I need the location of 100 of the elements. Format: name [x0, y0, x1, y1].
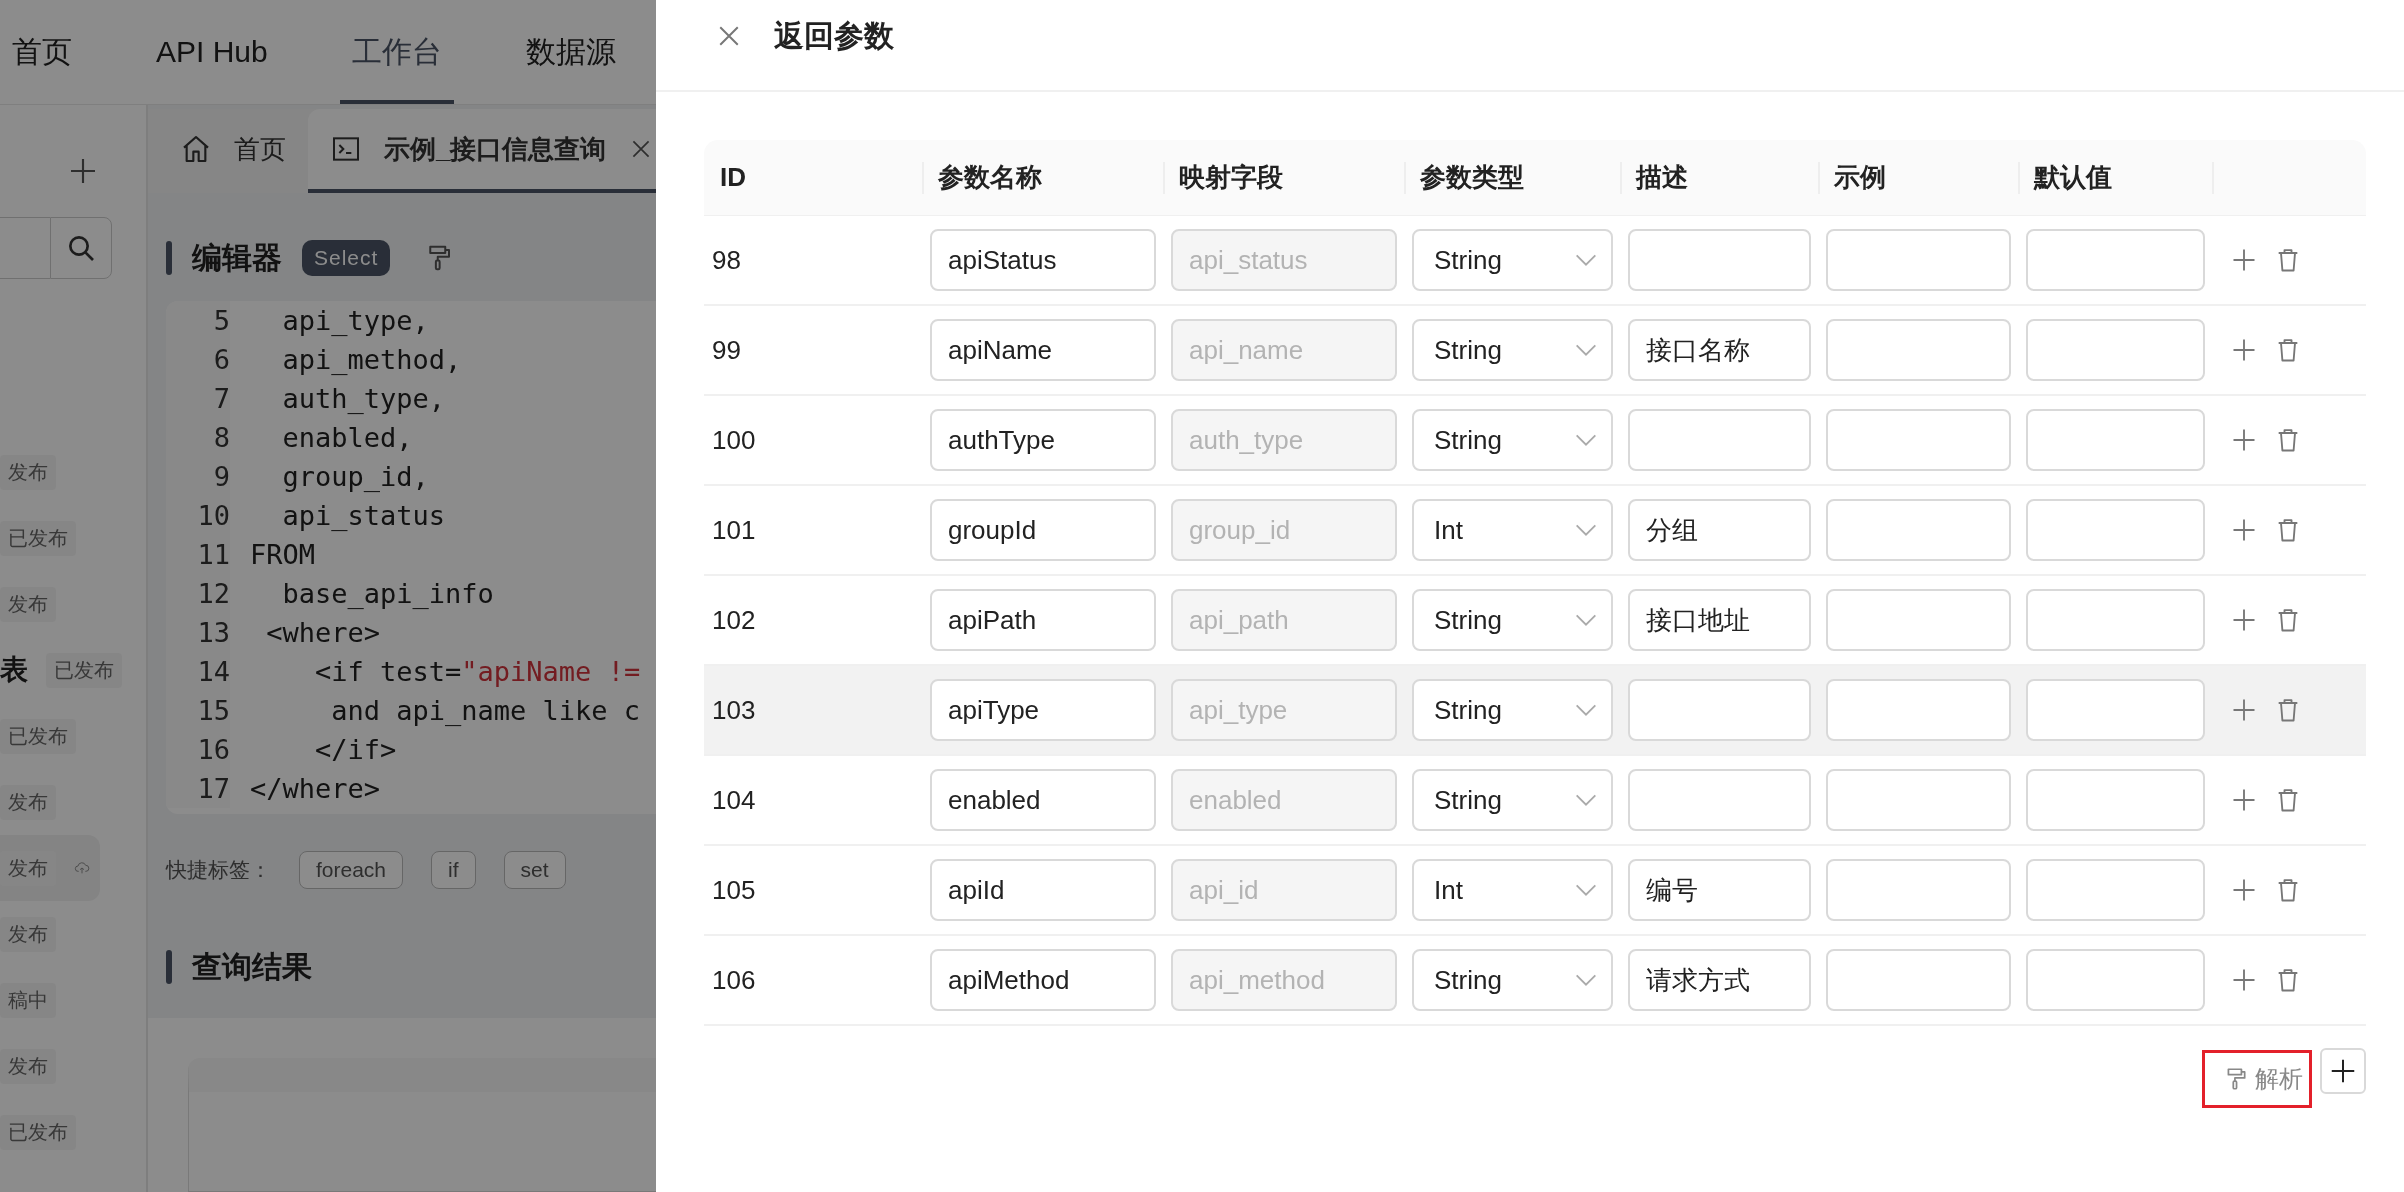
id-text: 98 — [712, 244, 741, 276]
chevron-icon — [1575, 344, 1597, 356]
tag-chip[interactable]: if — [431, 851, 476, 889]
type-select[interactable]: Int — [1412, 499, 1613, 561]
type-select[interactable]: String — [1412, 229, 1613, 291]
default-input[interactable] — [2026, 949, 2205, 1011]
description-input[interactable]: 接口地址 — [1628, 589, 1811, 651]
description-input[interactable] — [1628, 229, 1811, 291]
code-line: enabled, — [281, 421, 414, 455]
name-input[interactable]: apiType — [930, 679, 1156, 741]
description-input[interactable] — [1628, 769, 1811, 831]
search-button[interactable] — [50, 217, 112, 279]
quick-tags-label: 快捷标签： — [166, 857, 271, 883]
chevron-icon — [1575, 614, 1597, 626]
example-input[interactable] — [1826, 859, 2011, 921]
example-input[interactable] — [1826, 589, 2011, 651]
code-line: </if> — [314, 733, 398, 767]
description-input[interactable] — [1628, 679, 1811, 741]
nav-tab[interactable]: 首页 — [0, 0, 84, 104]
name-input[interactable]: authType — [930, 409, 1156, 471]
code-line: auth_type, — [281, 382, 447, 416]
id-text: 105 — [712, 874, 756, 906]
item-name: 表 — [0, 653, 28, 687]
type-select[interactable]: String — [1412, 319, 1613, 381]
chevron-icon — [1575, 884, 1597, 896]
accent-bar — [166, 950, 172, 984]
name-input[interactable]: apiStatus — [930, 229, 1156, 291]
column-header: 示例 — [1818, 140, 2018, 216]
nav-tab[interactable]: 工作台 — [339, 0, 454, 104]
example-input[interactable] — [1826, 409, 2011, 471]
add-button[interactable] — [2320, 1048, 2366, 1094]
code-line: base_api_info — [281, 577, 495, 611]
column-header: 参数名称 — [922, 140, 1163, 216]
default-input[interactable] — [2026, 679, 2205, 741]
column-header: 映射字段 — [1163, 140, 1404, 216]
chevron-icon — [1575, 434, 1597, 446]
chevron-icon — [1575, 794, 1597, 806]
type-select[interactable]: String — [1412, 769, 1613, 831]
name-input[interactable]: groupId — [930, 499, 1156, 561]
name-input[interactable]: apiName — [930, 319, 1156, 381]
status-tag: 发布 — [0, 454, 56, 490]
parse-button[interactable]: 解析 — [2202, 1050, 2312, 1108]
default-input[interactable] — [2026, 859, 2205, 921]
code-editor[interactable]: 5 api_type, 6 api_method, 7 auth_type, 8 enabled, 9 group_id, 10 api_status 11 FROM 12 base_api_info 13 <where> 14 <if test="apiName != 15 and api_name like c 16 </if> 17 </where> — [166, 301, 656, 814]
description-input[interactable]: 分组 — [1628, 499, 1811, 561]
status-tag: 已发布 — [0, 1114, 76, 1150]
status-tag: 发布 — [0, 586, 56, 622]
code-line: api_status — [281, 499, 447, 533]
id-text: 103 — [712, 694, 756, 726]
type-select[interactable]: Int — [1412, 859, 1613, 921]
status-tag: 发布 — [0, 1048, 56, 1084]
id-text: 102 — [712, 604, 756, 636]
code-line: <where> — [265, 616, 382, 650]
example-input[interactable] — [1826, 679, 2011, 741]
tag-chip[interactable]: set — [503, 851, 566, 889]
name-input[interactable]: apiMethod — [930, 949, 1156, 1011]
default-input[interactable] — [2026, 499, 2205, 561]
code-line: group_id, — [281, 460, 430, 494]
default-input[interactable] — [2026, 319, 2205, 381]
description-input[interactable]: 编号 — [1628, 859, 1811, 921]
chevron-icon — [1575, 524, 1597, 536]
example-input[interactable] — [1826, 319, 2011, 381]
example-input[interactable] — [1826, 949, 2011, 1011]
type-select[interactable]: String — [1412, 679, 1613, 741]
id-text: 100 — [712, 424, 756, 456]
description-input[interactable]: 接口名称 — [1628, 319, 1811, 381]
column-header: 描述 — [1620, 140, 1818, 216]
search-field[interactable] — [0, 217, 50, 279]
accent-bar — [166, 241, 172, 275]
type-select[interactable]: String — [1412, 949, 1613, 1011]
chevron-icon — [1575, 254, 1597, 266]
description-input[interactable]: 请求方式 — [1628, 949, 1811, 1011]
default-input[interactable] — [2026, 409, 2205, 471]
status-tag: 发布 — [0, 916, 56, 952]
example-input[interactable] — [1826, 499, 2011, 561]
editor-tab[interactable]: 示例_接口信息查询 — [308, 109, 656, 193]
nav-tab[interactable]: API Hub — [144, 0, 280, 104]
type-select[interactable]: String — [1412, 589, 1613, 651]
editor-tab[interactable]: 首页 — [158, 109, 308, 193]
status-tag: 已发布 — [0, 520, 76, 556]
example-input[interactable] — [1826, 769, 2011, 831]
default-input[interactable] — [2026, 769, 2205, 831]
name-input[interactable]: apiId — [930, 859, 1156, 921]
code-line: and api_name like c — [330, 694, 642, 728]
name-input[interactable]: enabled — [930, 769, 1156, 831]
default-input[interactable] — [2026, 589, 2205, 651]
section-title: 查询结果 — [192, 948, 312, 985]
description-input[interactable] — [1628, 409, 1811, 471]
code-line: api_type, — [281, 304, 430, 338]
default-input[interactable] — [2026, 229, 2205, 291]
drawer-title: 返回参数 — [774, 17, 894, 54]
id-text: 106 — [712, 964, 756, 996]
example-input[interactable] — [1826, 229, 2011, 291]
name-input[interactable]: apiPath — [930, 589, 1156, 651]
tag-chip[interactable]: foreach — [299, 851, 404, 889]
status-tag: 发布 — [0, 784, 56, 820]
type-select[interactable]: String — [1412, 409, 1613, 471]
nav-tab[interactable]: 数据源 — [513, 0, 628, 104]
code-line: FROM — [250, 538, 317, 572]
section-title: 编辑器 — [192, 239, 282, 276]
